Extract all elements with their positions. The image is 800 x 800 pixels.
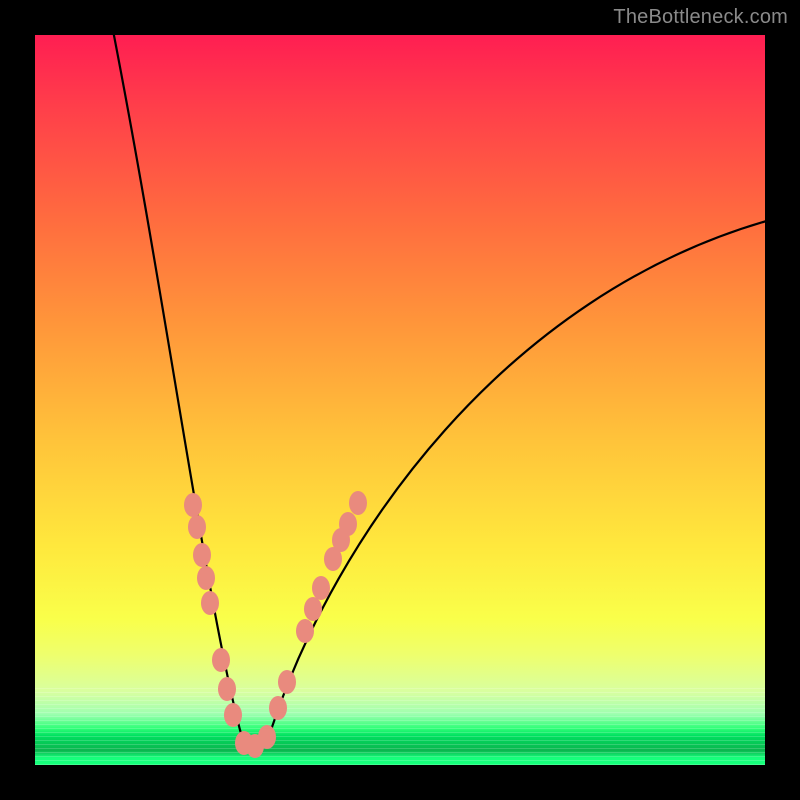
curve-marker (349, 491, 367, 515)
watermark-text: TheBottleneck.com (613, 6, 788, 29)
curve-marker (258, 725, 276, 749)
curve-marker (278, 670, 296, 694)
curve-marker (304, 597, 322, 621)
curve-marker (339, 512, 357, 536)
curve-marker (188, 515, 206, 539)
curve-marker (201, 591, 219, 615)
curve-markers (184, 491, 367, 758)
curve-marker (224, 703, 242, 727)
curve-marker (269, 696, 287, 720)
curve-marker (212, 648, 230, 672)
curve-marker (193, 543, 211, 567)
curve-marker (184, 493, 202, 517)
curve-marker (218, 677, 236, 701)
curve-marker (296, 619, 314, 643)
curve-marker (312, 576, 330, 600)
curve-marker (197, 566, 215, 590)
chart-frame: TheBottleneck.com (0, 0, 800, 800)
bottleneck-curve (110, 35, 765, 747)
plot-area (35, 35, 765, 765)
curve-svg (35, 35, 765, 765)
